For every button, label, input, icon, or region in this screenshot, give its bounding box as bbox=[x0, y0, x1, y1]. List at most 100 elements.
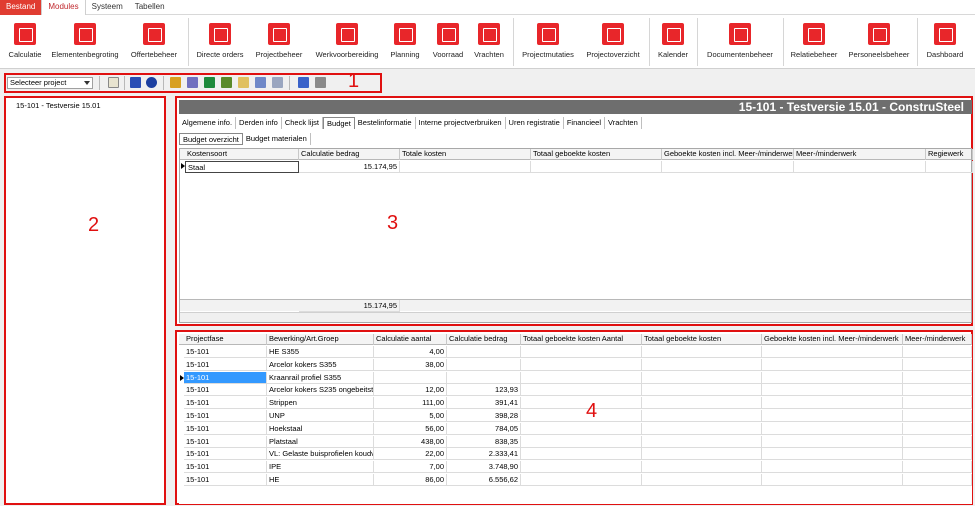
table-cell[interactable]: 5,00 bbox=[374, 410, 447, 422]
column-header[interactable]: Totale kosten bbox=[400, 149, 531, 160]
table-cell[interactable] bbox=[642, 474, 762, 486]
table-cell[interactable] bbox=[642, 371, 762, 384]
tab-bestelinformatie[interactable]: Bestelinformatie bbox=[355, 117, 416, 129]
planning-button[interactable]: Planning bbox=[388, 19, 422, 65]
excel-icon[interactable] bbox=[204, 77, 215, 88]
table-cell[interactable] bbox=[903, 384, 972, 397]
projectmutaties-button[interactable]: Projectmutaties bbox=[519, 19, 577, 65]
table-cell[interactable] bbox=[762, 461, 903, 474]
offertebeheer-button[interactable]: Offertebeheer bbox=[127, 19, 181, 65]
table-cell[interactable] bbox=[903, 371, 972, 384]
calculator-small-icon[interactable] bbox=[272, 77, 283, 88]
table-cell[interactable]: HE S355 bbox=[267, 346, 374, 358]
column-header[interactable]: Calculatie aantal bbox=[374, 334, 447, 345]
table-cell[interactable]: 86,00 bbox=[374, 474, 447, 486]
table-cell[interactable] bbox=[903, 448, 972, 461]
menu-tab-bestand[interactable]: Bestand bbox=[0, 0, 42, 15]
table-cell[interactable] bbox=[447, 358, 521, 371]
subtab-budget-materialen[interactable]: Budget materialen bbox=[243, 133, 311, 145]
menu-tab-systeem[interactable]: Systeem bbox=[86, 0, 129, 15]
subtab-budget-overzicht[interactable]: Budget overzicht bbox=[179, 133, 243, 145]
tab-interne-projectverbruiken[interactable]: Interne projectverbruiken bbox=[416, 117, 506, 129]
column-header[interactable]: Regiewerk bbox=[926, 149, 973, 160]
table-cell[interactable] bbox=[521, 448, 642, 461]
table-cell[interactable]: 111,00 bbox=[374, 397, 447, 410]
table-cell[interactable] bbox=[521, 358, 642, 371]
column-header[interactable]: Calculatie bedrag bbox=[299, 149, 400, 160]
table-cell[interactable]: 784,05 bbox=[447, 422, 521, 435]
table-cell[interactable]: IPE bbox=[267, 461, 374, 474]
table-cell[interactable] bbox=[903, 422, 972, 435]
table-cell[interactable] bbox=[521, 384, 642, 397]
table-cell[interactable]: VL: Gelaste buisprofielen koudvervormd bbox=[267, 448, 374, 461]
table-cell[interactable] bbox=[762, 410, 903, 422]
table-cell[interactable]: 391,41 bbox=[447, 397, 521, 410]
table-cell[interactable] bbox=[642, 448, 762, 461]
table-cell[interactable] bbox=[642, 358, 762, 371]
table-cell[interactable]: 123,93 bbox=[447, 384, 521, 397]
table-cell[interactable] bbox=[447, 346, 521, 358]
column-header[interactable]: Kostensoort bbox=[185, 149, 299, 160]
tab-algemene-info[interactable]: Algemene info. bbox=[179, 117, 237, 129]
table-cell[interactable] bbox=[762, 397, 903, 410]
table-cell[interactable] bbox=[903, 410, 972, 422]
table-cell[interactable] bbox=[662, 161, 794, 173]
table-cell[interactable]: 38,00 bbox=[374, 358, 447, 371]
table-cell[interactable] bbox=[903, 397, 972, 410]
table-cell[interactable]: Hoekstaal bbox=[267, 422, 374, 435]
table-cell[interactable] bbox=[521, 422, 642, 435]
directe-orders-button[interactable]: Directe orders bbox=[195, 19, 245, 65]
table-cell[interactable] bbox=[531, 161, 662, 173]
table-cell[interactable]: 2.333,41 bbox=[447, 448, 521, 461]
mail-icon[interactable] bbox=[238, 77, 249, 88]
print-icon[interactable] bbox=[315, 77, 326, 88]
calculatie-button[interactable]: Calculatie bbox=[6, 19, 44, 65]
table-row[interactable]: 15-101 bbox=[184, 448, 267, 461]
filter-icon[interactable] bbox=[221, 77, 232, 88]
table-cell[interactable] bbox=[794, 161, 926, 173]
table-cell[interactable]: 398,28 bbox=[447, 410, 521, 422]
table-cell[interactable] bbox=[903, 358, 972, 371]
table-row[interactable]: 15-101 bbox=[184, 461, 267, 474]
table-cell[interactable]: 838,35 bbox=[447, 435, 521, 448]
table-cell[interactable]: 22,00 bbox=[374, 448, 447, 461]
table-cell[interactable] bbox=[642, 435, 762, 448]
table-cell[interactable] bbox=[642, 410, 762, 422]
column-header[interactable]: Meer-/minderwerk bbox=[903, 334, 972, 345]
table-cell[interactable] bbox=[374, 371, 447, 384]
table-cell[interactable]: 12,00 bbox=[374, 384, 447, 397]
menu-tab-modules[interactable]: Modules bbox=[41, 0, 86, 15]
table-row[interactable]: 15-101 bbox=[184, 346, 267, 358]
table-row[interactable]: 15-101 bbox=[184, 474, 267, 486]
table-cell[interactable] bbox=[762, 435, 903, 448]
elementenbegroting-button[interactable]: Elementenbegroting bbox=[49, 19, 121, 65]
table-cell[interactable]: 4,00 bbox=[374, 346, 447, 358]
column-header[interactable]: Calculatie bedrag bbox=[447, 334, 521, 345]
table-row[interactable]: 15-101 bbox=[184, 422, 267, 435]
table-cell[interactable] bbox=[447, 371, 521, 384]
table-row[interactable]: 15-101 bbox=[184, 397, 267, 410]
projectoverzicht-button[interactable]: Projectoverzicht bbox=[584, 19, 642, 65]
column-header[interactable]: Projectfase bbox=[184, 334, 267, 345]
table-cell[interactable] bbox=[762, 346, 903, 358]
tab-financieel[interactable]: Financieel bbox=[564, 117, 606, 129]
project-select[interactable]: Selecteer project bbox=[7, 77, 93, 89]
table-cell[interactable]: Arcelor kokers S235 ongebeitst bbox=[267, 384, 374, 397]
table-cell[interactable] bbox=[762, 474, 903, 486]
pdf-icon[interactable] bbox=[298, 77, 309, 88]
table-cell[interactable]: Arcelor kokers S355 bbox=[267, 358, 374, 371]
table-cell[interactable] bbox=[642, 422, 762, 435]
column-header[interactable]: Totaal geboekte kosten bbox=[642, 334, 762, 345]
column-header[interactable]: Geboekte kosten incl. Meer-/minderwerk bbox=[662, 149, 794, 160]
tab-derden-info[interactable]: Derden info bbox=[236, 117, 282, 129]
personeelsbeheer-button[interactable]: Personeelsbeheer bbox=[846, 19, 912, 65]
table-cell[interactable]: HE bbox=[267, 474, 374, 486]
table-cell[interactable] bbox=[903, 346, 972, 358]
table-cell[interactable] bbox=[521, 410, 642, 422]
tab-check-lijst[interactable]: Check lijst bbox=[282, 117, 324, 129]
column-header[interactable]: Totaal geboekte kosten bbox=[531, 149, 662, 160]
table-cell[interactable]: 56,00 bbox=[374, 422, 447, 435]
table-cell[interactable]: Kraanrail profiel S355 bbox=[267, 371, 374, 384]
tab-budget[interactable]: Budget bbox=[323, 117, 355, 129]
euro-icon[interactable] bbox=[146, 77, 157, 88]
